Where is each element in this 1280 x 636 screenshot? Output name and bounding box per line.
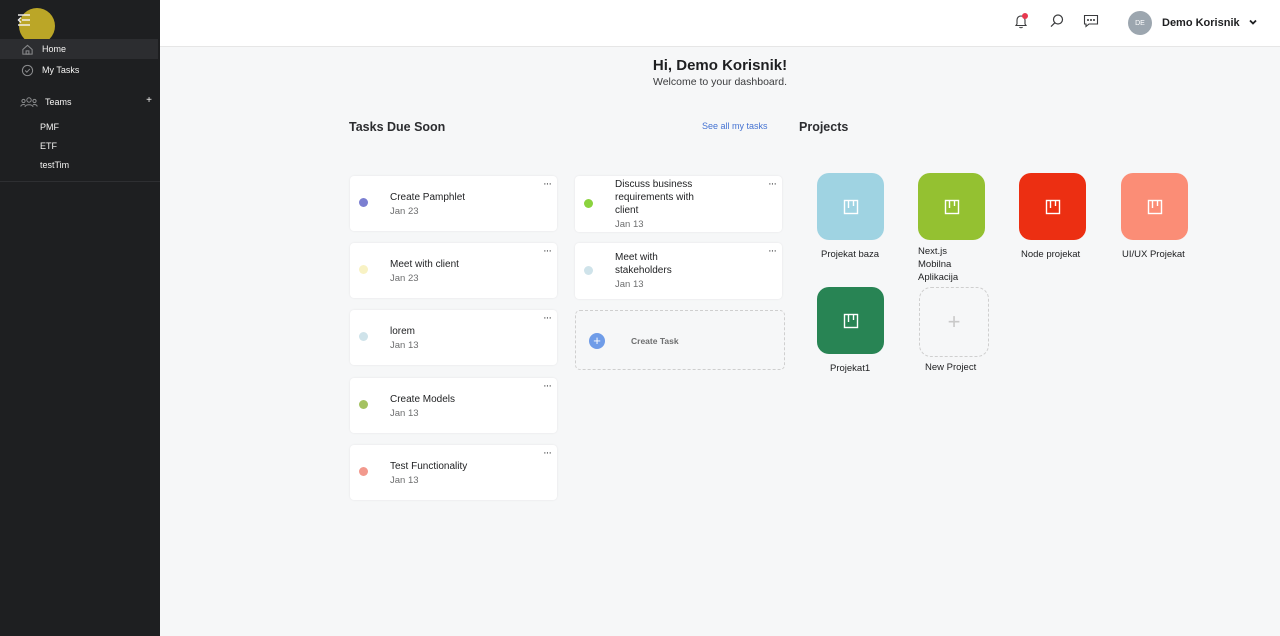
project-tile[interactable] <box>1121 173 1188 240</box>
project-tile[interactable] <box>1019 173 1086 240</box>
task-menu-button[interactable]: ··· <box>768 178 777 190</box>
project-item[interactable]: Node projekat <box>1019 173 1109 261</box>
tasks-section-title: Tasks Due Soon <box>349 120 446 134</box>
board-icon <box>843 313 858 328</box>
project-item[interactable]: UI/UX Projekat <box>1121 173 1211 261</box>
task-card[interactable]: Create Models Jan 13 ··· <box>350 378 557 433</box>
board-icon <box>1045 199 1060 214</box>
notification-dot <box>1022 13 1028 19</box>
sidebar-item-label: Home <box>42 44 67 54</box>
project-name: Node projekat <box>1021 249 1081 260</box>
task-card[interactable]: Meet with client Jan 23 ··· <box>350 243 557 298</box>
page-title: Hi, Demo Korisnik! <box>652 57 788 74</box>
task-title: Create Models <box>390 394 456 405</box>
task-status-dot <box>584 199 593 208</box>
add-project-tile[interactable]: + <box>919 287 989 357</box>
menu-collapse-icon[interactable] <box>17 12 37 30</box>
projects-section-title: Projects <box>799 120 849 134</box>
task-menu-button[interactable]: ··· <box>543 380 552 392</box>
see-all-tasks-link[interactable]: See all my tasks <box>702 121 768 131</box>
task-status-dot <box>359 400 368 409</box>
sidebar-divider <box>0 181 160 182</box>
project-name: Next.js Mobilna Aplikacija <box>918 246 959 283</box>
task-menu-button[interactable]: ··· <box>543 312 552 324</box>
sidebar-item-home[interactable]: Home <box>0 39 158 59</box>
task-menu-button[interactable]: ··· <box>543 245 552 257</box>
create-task-button[interactable]: + Create Task <box>575 310 785 370</box>
task-title: Meet with stakeholders <box>615 252 672 276</box>
new-project-label: New Project <box>925 362 977 373</box>
board-icon <box>1147 199 1162 214</box>
task-menu-button[interactable]: ··· <box>543 178 552 190</box>
task-date: Jan 13 <box>615 219 644 230</box>
task-date: Jan 13 <box>390 340 419 351</box>
task-date: Jan 13 <box>615 279 644 290</box>
sidebar-team-testtim[interactable]: testTim <box>40 160 69 170</box>
task-status-dot <box>584 266 593 275</box>
greeting: Hi, Demo Korisnik! Welcome to your dashb… <box>160 57 1280 88</box>
sidebar: Home My Tasks Teams + PMF ETF testTim <box>0 0 160 636</box>
task-date: Jan 23 <box>390 206 419 217</box>
project-item[interactable]: Projekat baza <box>817 173 907 261</box>
task-card[interactable]: Meet with stakeholders Jan 13 ··· <box>575 243 782 299</box>
sidebar-item-my-tasks[interactable]: My Tasks <box>0 60 158 80</box>
task-card[interactable]: Test Functionality Jan 13 ··· <box>350 445 557 500</box>
board-icon <box>843 199 858 214</box>
project-name: UI/UX Projekat <box>1122 249 1185 260</box>
project-name: Projekat baza <box>821 249 880 260</box>
project-name: Projekat1 <box>830 363 871 374</box>
chevron-down-icon <box>1248 14 1258 32</box>
project-tile[interactable] <box>817 287 884 354</box>
task-menu-button[interactable]: ··· <box>543 447 552 459</box>
task-status-dot <box>359 198 368 207</box>
task-status-dot <box>359 467 368 476</box>
sidebar-teams-label: Teams <box>45 97 72 107</box>
task-menu-button[interactable]: ··· <box>768 245 777 257</box>
project-item[interactable]: Next.js Mobilna Aplikacija <box>918 173 1008 284</box>
check-circle-icon <box>20 63 34 77</box>
user-menu[interactable]: DE Demo Korisnik <box>1128 11 1258 35</box>
task-card[interactable]: Discuss business requirements with clien… <box>575 176 782 232</box>
chat-icon[interactable] <box>1083 13 1101 31</box>
task-date: Jan 13 <box>390 475 419 486</box>
search-icon[interactable] <box>1049 13 1067 31</box>
task-title: Discuss business requirements with clien… <box>615 179 694 216</box>
sidebar-team-pmf[interactable]: PMF <box>40 122 59 132</box>
sidebar-teams-header[interactable]: Teams + <box>0 92 158 112</box>
project-tile[interactable] <box>817 173 884 240</box>
home-icon <box>20 42 34 56</box>
board-icon <box>944 199 959 214</box>
task-title: Create Pamphlet <box>390 192 466 203</box>
task-card[interactable]: lorem Jan 13 ··· <box>350 310 557 365</box>
task-date: Jan 13 <box>390 408 419 419</box>
topbar: DE Demo Korisnik <box>160 0 1280 47</box>
sidebar-team-etf[interactable]: ETF <box>40 141 57 151</box>
task-date: Jan 23 <box>390 273 419 284</box>
task-title: Test Functionality <box>390 461 468 472</box>
task-card[interactable]: Create Pamphlet Jan 23 ··· <box>350 176 557 231</box>
task-status-dot <box>359 332 368 341</box>
people-icon <box>20 95 38 109</box>
create-task-label: Create Task <box>631 336 679 346</box>
task-title: Meet with client <box>390 259 459 270</box>
user-name: Demo Korisnik <box>1162 17 1240 29</box>
add-icon: + <box>589 333 605 349</box>
avatar: DE <box>1128 11 1152 35</box>
bell-icon[interactable] <box>1013 13 1031 31</box>
add-team-button[interactable]: + <box>146 95 152 106</box>
plus-icon: + <box>947 309 961 334</box>
new-project-button[interactable]: + New Project <box>919 287 1009 374</box>
task-title: lorem <box>390 326 416 337</box>
sidebar-item-label: My Tasks <box>42 65 80 75</box>
project-item[interactable]: Projekat1 <box>817 287 907 375</box>
task-status-dot <box>359 265 368 274</box>
project-tile[interactable] <box>918 173 985 240</box>
page-subtitle: Welcome to your dashboard. <box>652 76 788 88</box>
